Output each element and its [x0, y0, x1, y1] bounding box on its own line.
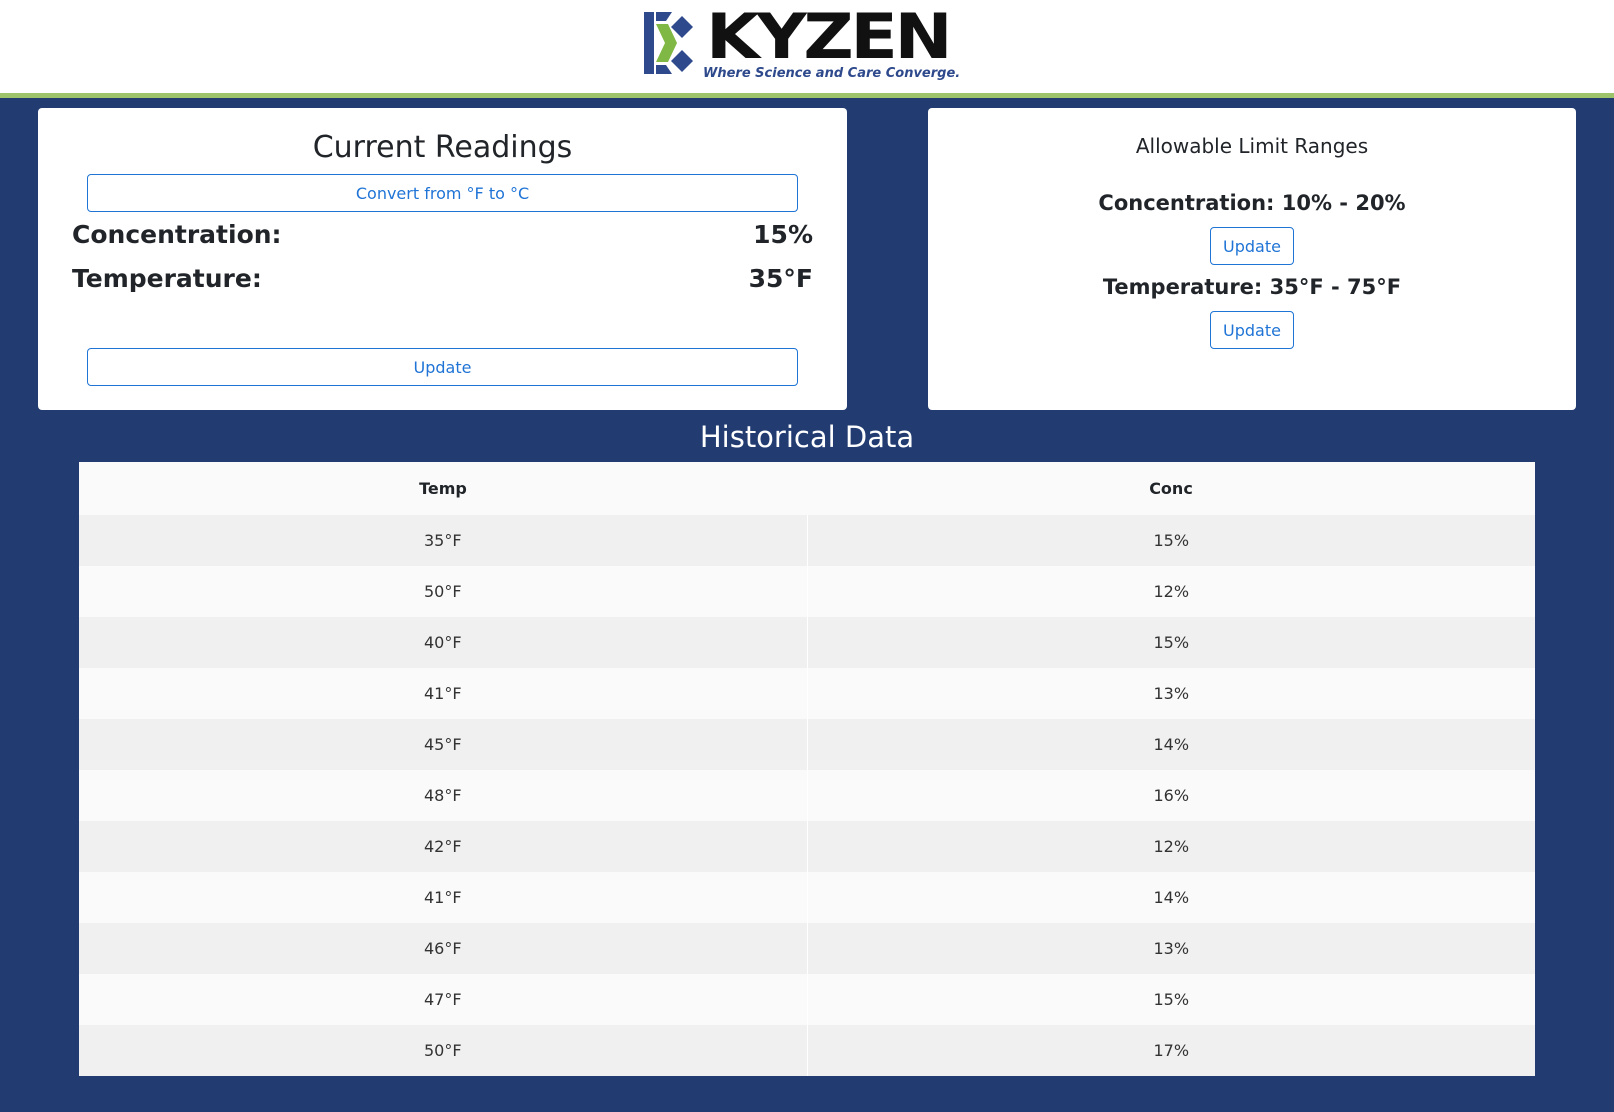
- table-row: 50°F 12%: [79, 566, 1535, 617]
- temperature-label: Temperature:: [72, 264, 262, 293]
- temp-cell: 42°F: [79, 821, 808, 872]
- conc-cell: 13%: [807, 923, 1535, 974]
- limits-title: Allowable Limit Ranges: [1135, 134, 1369, 158]
- current-readings-card: Current Readings Convert from °F to °C C…: [38, 108, 847, 410]
- conc-cell: 17%: [807, 1025, 1535, 1076]
- temp-cell: 35°F: [79, 515, 808, 566]
- update-temperature-limit-button[interactable]: Update: [1210, 311, 1294, 349]
- kyzen-logo-mark-icon: [644, 12, 693, 74]
- temp-cell: 48°F: [79, 770, 808, 821]
- column-header-conc: Conc: [807, 462, 1535, 515]
- site-header: KYZEN Where Science and Care Converge.: [0, 0, 1614, 98]
- historical-data-table-container: Temp Conc 35°F 15% 50°F 12% 40°F 15% 41°F 13…: [79, 462, 1535, 1076]
- table-row: 48°F 16%: [79, 770, 1535, 821]
- table-header-row: Temp Conc: [79, 462, 1535, 515]
- concentration-value: 15%: [753, 220, 813, 249]
- temp-cell: 41°F: [79, 668, 808, 719]
- update-readings-button[interactable]: Update: [87, 348, 798, 386]
- table-row: 40°F 15%: [79, 617, 1535, 668]
- column-header-temp: Temp: [79, 462, 807, 515]
- conc-cell: 15%: [807, 515, 1535, 566]
- conc-cell: 14%: [807, 719, 1535, 770]
- temp-cell: 50°F: [79, 566, 808, 617]
- update-concentration-limit-button[interactable]: Update: [1210, 227, 1294, 265]
- logo-wordmark: KYZEN: [706, 0, 953, 73]
- allowable-limits-card: Allowable Limit Ranges Concentration: 10…: [928, 108, 1576, 410]
- table-row: 41°F 13%: [79, 668, 1535, 719]
- logo-tagline: Where Science and Care Converge.: [703, 66, 961, 81]
- temperature-limit: Temperature: 35°F - 75°F: [1102, 275, 1402, 299]
- conc-cell: 16%: [807, 770, 1535, 821]
- conc-cell: 12%: [807, 821, 1535, 872]
- table-row: 50°F 17%: [79, 1025, 1535, 1076]
- conc-cell: 12%: [807, 566, 1535, 617]
- temp-cell: 50°F: [79, 1025, 808, 1076]
- temp-cell: 46°F: [79, 923, 808, 974]
- table-row: 46°F 13%: [79, 923, 1535, 974]
- current-readings-title: Current Readings: [312, 130, 573, 165]
- conc-cell: 15%: [807, 974, 1535, 1025]
- convert-units-button[interactable]: Convert from °F to °C: [87, 174, 798, 212]
- historical-data-title: Historical Data: [699, 420, 915, 454]
- historical-data-table: Temp Conc 35°F 15% 50°F 12% 40°F 15% 41°F 13…: [79, 462, 1535, 1076]
- table-row: 47°F 15%: [79, 974, 1535, 1025]
- conc-cell: 14%: [807, 872, 1535, 923]
- table-row: 35°F 15%: [79, 515, 1535, 566]
- conc-cell: 15%: [807, 617, 1535, 668]
- temp-cell: 40°F: [79, 617, 808, 668]
- temperature-value: 35°F: [748, 264, 813, 293]
- table-row: 41°F 14%: [79, 872, 1535, 923]
- concentration-label: Concentration:: [72, 220, 282, 249]
- temp-cell: 45°F: [79, 719, 808, 770]
- kyzen-logo: KYZEN Where Science and Care Converge.: [644, 6, 974, 84]
- table-row: 45°F 14%: [79, 719, 1535, 770]
- concentration-limit: Concentration: 10% - 20%: [1098, 191, 1406, 215]
- temp-cell: 47°F: [79, 974, 808, 1025]
- temp-cell: 41°F: [79, 872, 808, 923]
- table-row: 42°F 12%: [79, 821, 1535, 872]
- conc-cell: 13%: [807, 668, 1535, 719]
